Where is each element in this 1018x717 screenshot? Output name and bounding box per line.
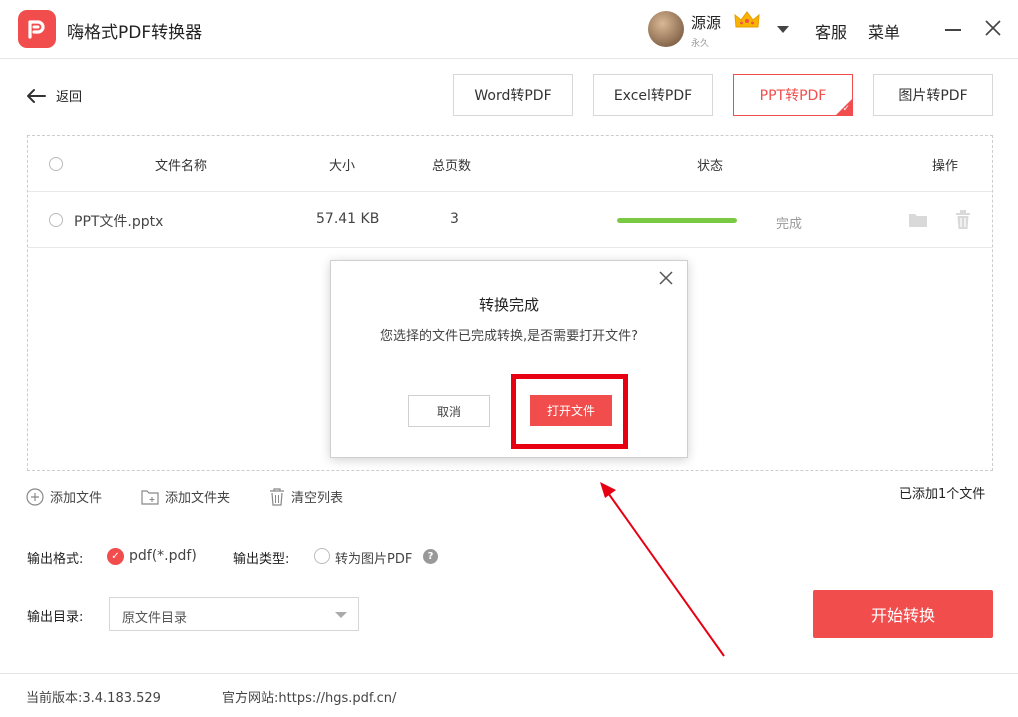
header-actions: 操作: [932, 159, 959, 174]
tab-ppt-to-pdf[interactable]: PPT转PDF ✓: [733, 74, 853, 116]
add-file-label: 添加文件: [50, 491, 103, 506]
pdf-logo-icon: [28, 20, 45, 39]
footer-divider: [0, 673, 1018, 674]
dialog-close-icon[interactable]: [659, 271, 673, 285]
file-name: PPT文件.pptx: [74, 214, 164, 230]
table-row: PPT文件.pptx 57.41 KB 3 完成: [28, 192, 992, 248]
version-text: 当前版本:3.4.183.529: [26, 691, 161, 706]
conversion-complete-dialog: 转换完成 您选择的文件已完成转换,是否需要打开文件? 取消 打开文件: [330, 260, 688, 458]
status-text: 完成: [776, 217, 803, 232]
folder-icon[interactable]: [908, 212, 928, 228]
close-window-icon[interactable]: [984, 19, 1002, 37]
tab-label: Word转PDF: [474, 88, 552, 104]
start-convert-button[interactable]: 开始转换: [813, 590, 993, 638]
file-list-header: 文件名称 大小 总页数 状态 操作: [28, 136, 992, 192]
add-folder-label: 添加文件夹: [165, 491, 231, 506]
help-icon[interactable]: ?: [423, 549, 438, 564]
plus-circle-icon: [26, 487, 44, 506]
header-name: 文件名称: [155, 159, 208, 174]
user-dropdown-icon[interactable]: [777, 26, 789, 33]
file-size: 57.41 KB: [316, 211, 380, 227]
avatar[interactable]: [648, 11, 684, 47]
trash-outline-icon: [270, 487, 284, 506]
clear-list-label: 清空列表: [291, 491, 344, 506]
add-folder-button[interactable]: 添加文件夹: [141, 487, 230, 506]
website-text[interactable]: 官方网站:https://hgs.pdf.cn/: [222, 687, 396, 706]
progress-bar: [617, 218, 737, 223]
output-type-label: 输出类型:: [233, 552, 290, 567]
image-pdf-option[interactable]: 转为图片PDF: [335, 548, 412, 567]
back-button[interactable]: 返回: [26, 86, 82, 105]
image-pdf-radio[interactable]: [314, 548, 330, 564]
app-logo: [18, 10, 56, 48]
header-status: 状态: [697, 159, 724, 174]
tab-label: PPT转PDF: [759, 88, 827, 104]
output-dir-select[interactable]: 原文件目录: [109, 597, 359, 631]
title-bar: 嗨格式PDF转换器 源源 永久 客服 菜单: [0, 0, 1018, 59]
header-pages: 总页数: [432, 159, 472, 174]
membership-label: 永久: [691, 39, 710, 49]
dialog-title: 转换完成: [478, 296, 539, 314]
back-label: 返回: [56, 90, 83, 105]
file-pages: 3: [450, 211, 459, 227]
annotation-arrow-icon: [600, 482, 725, 657]
output-dir-label: 输出目录:: [27, 610, 84, 625]
tab-label: 图片转PDF: [898, 88, 968, 104]
crown-icon: [734, 11, 760, 28]
app-title: 嗨格式PDF转换器: [67, 23, 203, 43]
tab-label: Excel转PDF: [613, 88, 693, 104]
output-format-label: 输出格式:: [27, 552, 84, 567]
chevron-down-icon: [335, 612, 347, 618]
output-format-value[interactable]: pdf(*.pdf): [129, 548, 197, 564]
highlight-annotation: [511, 374, 628, 449]
progress-fill: [617, 218, 737, 223]
trash-icon[interactable]: [955, 210, 971, 229]
add-file-button[interactable]: 添加文件: [26, 487, 102, 506]
cancel-button[interactable]: 取消: [408, 395, 490, 427]
tab-excel-to-pdf[interactable]: Excel转PDF: [593, 74, 713, 116]
customer-service-link[interactable]: 客服: [815, 19, 847, 43]
check-circle-icon[interactable]: ✓: [107, 548, 124, 565]
header-size: 大小: [329, 159, 356, 174]
arrow-left-icon: [27, 88, 46, 103]
check-icon: ✓: [842, 104, 850, 114]
folder-plus-icon: [141, 489, 159, 505]
minimize-icon[interactable]: [945, 29, 961, 31]
clear-list-button[interactable]: 清空列表: [269, 487, 343, 506]
tab-image-to-pdf[interactable]: 图片转PDF: [873, 74, 993, 116]
menu-link[interactable]: 菜单: [868, 19, 900, 43]
added-count: 已添加1个文件: [899, 487, 986, 502]
output-dir-value: 原文件目录: [122, 611, 188, 626]
dialog-message: 您选择的文件已完成转换,是否需要打开文件?: [379, 329, 639, 344]
user-name[interactable]: 源源: [691, 12, 721, 33]
tab-word-to-pdf[interactable]: Word转PDF: [453, 74, 573, 116]
select-all-radio[interactable]: [49, 157, 63, 171]
row-select-radio[interactable]: [49, 213, 63, 227]
